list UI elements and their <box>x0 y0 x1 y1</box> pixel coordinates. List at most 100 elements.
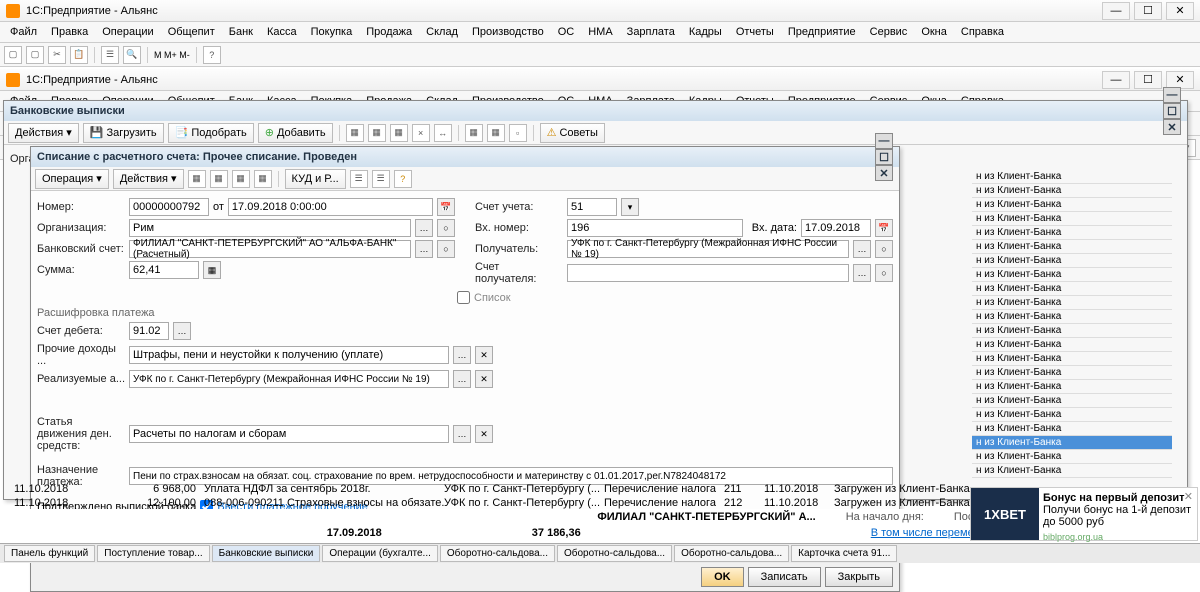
bg-row[interactable]: н из Клиент-Банка <box>972 240 1172 254</box>
inner-close-button[interactable]: ✕ <box>1166 71 1194 89</box>
menu-Файл[interactable]: Файл <box>4 24 43 40</box>
ad-close-icon[interactable]: ✕ <box>1184 490 1193 503</box>
tb-icon[interactable]: ↔ <box>434 124 452 142</box>
calendar-icon[interactable]: 📅 <box>437 198 455 216</box>
tb-icon[interactable]: 📋 <box>70 46 88 64</box>
bank-min-button[interactable]: — <box>1163 87 1181 103</box>
bg-row[interactable]: н из Клиент-Банка <box>972 198 1172 212</box>
select-icon[interactable]: … <box>453 346 471 364</box>
clear-icon[interactable]: ✕ <box>475 425 493 443</box>
menu-ОС[interactable]: ОС <box>552 24 581 40</box>
clear-icon[interactable]: ✕ <box>475 370 493 388</box>
tb-icon[interactable]: ▦ <box>232 170 250 188</box>
taskbar-item[interactable]: Панель функций <box>4 545 95 562</box>
bg-row[interactable]: н из Клиент-Банка <box>972 296 1172 310</box>
bg-row[interactable]: н из Клиент-Банка <box>972 436 1172 450</box>
dlg-operation-button[interactable]: Операция▾ <box>35 169 109 189</box>
select-icon[interactable]: … <box>453 370 471 388</box>
bg-row[interactable]: н из Клиент-Банка <box>972 464 1172 478</box>
bg-row[interactable]: н из Клиент-Банка <box>972 226 1172 240</box>
bg-row[interactable]: н из Клиент-Банка <box>972 450 1172 464</box>
tb-icon[interactable]: ▦ <box>188 170 206 188</box>
select-icon[interactable]: … <box>853 264 871 282</box>
tb-icon[interactable]: ▢ <box>4 46 22 64</box>
menu-Окна[interactable]: Окна <box>915 24 953 40</box>
menu-НМА[interactable]: НМА <box>582 24 618 40</box>
menu-Предприятие[interactable]: Предприятие <box>782 24 862 40</box>
account-input[interactable]: 51 <box>567 198 617 216</box>
bg-row[interactable]: н из Клиент-Банка <box>972 324 1172 338</box>
menu-Кадры[interactable]: Кадры <box>683 24 728 40</box>
list-checkbox[interactable] <box>457 291 470 304</box>
debitacc-input[interactable]: 91.02 <box>129 322 169 340</box>
tb-icon[interactable]: ▦ <box>346 124 364 142</box>
otherinc-input[interactable]: Штрафы, пени и неустойки к получению (уп… <box>129 346 449 364</box>
tb-icon[interactable]: ▦ <box>368 124 386 142</box>
tb-icon[interactable]: ✂ <box>48 46 66 64</box>
open-icon[interactable]: ○ <box>437 240 455 258</box>
menu-Общепит[interactable]: Общепит <box>162 24 221 40</box>
tb-icon[interactable]: ☰ <box>350 170 368 188</box>
bg-row[interactable]: н из Клиент-Банка <box>972 268 1172 282</box>
moveart-input[interactable]: Расчеты по налогам и сборам <box>129 425 449 443</box>
menu-Производство[interactable]: Производство <box>466 24 550 40</box>
menu-Банк[interactable]: Банк <box>223 24 259 40</box>
taskbar-item[interactable]: Банковские выписки <box>212 545 321 562</box>
ad-brand[interactable]: 1XBET <box>971 488 1039 540</box>
menu-Операции[interactable]: Операции <box>96 24 159 40</box>
tb-icon[interactable]: × <box>412 124 430 142</box>
menu-Касса[interactable]: Касса <box>261 24 303 40</box>
inner-min-button[interactable]: — <box>1102 71 1130 89</box>
tb-icon[interactable]: ▢ <box>26 46 44 64</box>
bank-load-button[interactable]: 💾Загрузить <box>83 123 164 143</box>
bg-row[interactable]: н из Клиент-Банка <box>972 184 1172 198</box>
bank-tips-button[interactable]: ⚠Советы <box>540 123 605 143</box>
dlg-actions-button[interactable]: Действия▾ <box>113 169 184 189</box>
tb-icon[interactable]: ? <box>203 46 221 64</box>
tb-icon[interactable]: 🔍 <box>123 46 141 64</box>
outer-min-button[interactable]: — <box>1102 2 1130 20</box>
number-input[interactable]: 00000000792 <box>129 198 209 216</box>
dlg-max-button[interactable]: ☐ <box>875 149 893 165</box>
menu-Справка[interactable]: Справка <box>955 24 1010 40</box>
tb-icon[interactable]: ▦ <box>487 124 505 142</box>
taskbar-item[interactable]: Оборотно-сальдова... <box>674 545 789 562</box>
bg-row[interactable]: н из Клиент-Банка <box>972 422 1172 436</box>
bg-row[interactable]: н из Клиент-Банка <box>972 170 1172 184</box>
taskbar-item[interactable]: Поступление товар... <box>97 545 209 562</box>
menu-Склад[interactable]: Склад <box>420 24 464 40</box>
bg-row[interactable]: н из Клиент-Банка <box>972 212 1172 226</box>
dropdown-icon[interactable]: ▾ <box>621 198 639 216</box>
menu-Отчеты[interactable]: Отчеты <box>730 24 780 40</box>
tb-icon[interactable]: ☰ <box>101 46 119 64</box>
sold-input[interactable]: УФК по г. Санкт-Петербургу (Межрайонная … <box>129 370 449 388</box>
bg-row[interactable]: н из Клиент-Банка <box>972 282 1172 296</box>
menu-Зарплата[interactable]: Зарплата <box>621 24 681 40</box>
outer-max-button[interactable]: ☐ <box>1134 2 1162 20</box>
select-icon[interactable]: … <box>453 425 471 443</box>
recip-input[interactable]: УФК по г. Санкт-Петербургу (Межрайонная … <box>567 240 849 258</box>
clear-icon[interactable]: ✕ <box>475 346 493 364</box>
taskbar-item[interactable]: Оборотно-сальдова... <box>440 545 555 562</box>
bg-row[interactable]: н из Клиент-Банка <box>972 366 1172 380</box>
tb-icon[interactable]: ▦ <box>390 124 408 142</box>
org-input[interactable]: Рим <box>129 219 411 237</box>
ok-button[interactable]: OK <box>701 567 744 587</box>
bg-row[interactable]: н из Клиент-Банка <box>972 310 1172 324</box>
dlg-min-button[interactable]: — <box>875 133 893 149</box>
datefrom-input[interactable]: 17.09.2018 0:00:00 <box>228 198 433 216</box>
extnum-input[interactable]: 196 <box>567 219 743 237</box>
dlg-close-button[interactable]: ✕ <box>875 165 893 181</box>
recipacc-input[interactable] <box>567 264 849 282</box>
taskbar-item[interactable]: Карточка счета 91... <box>791 545 897 562</box>
menu-Покупка[interactable]: Покупка <box>305 24 359 40</box>
select-icon[interactable]: … <box>415 219 433 237</box>
outer-close-button[interactable]: ✕ <box>1166 2 1194 20</box>
taskbar-item[interactable]: Оборотно-сальдова... <box>557 545 672 562</box>
bg-row[interactable]: н из Клиент-Банка <box>972 380 1172 394</box>
bg-row[interactable]: н из Клиент-Банка <box>972 352 1172 366</box>
bg-row[interactable]: н из Клиент-Банка <box>972 254 1172 268</box>
taskbar-item[interactable]: Операции (бухгалте... <box>322 545 438 562</box>
tb-icon[interactable]: ▦ <box>254 170 272 188</box>
extdate-input[interactable]: 17.09.2018 <box>801 219 871 237</box>
